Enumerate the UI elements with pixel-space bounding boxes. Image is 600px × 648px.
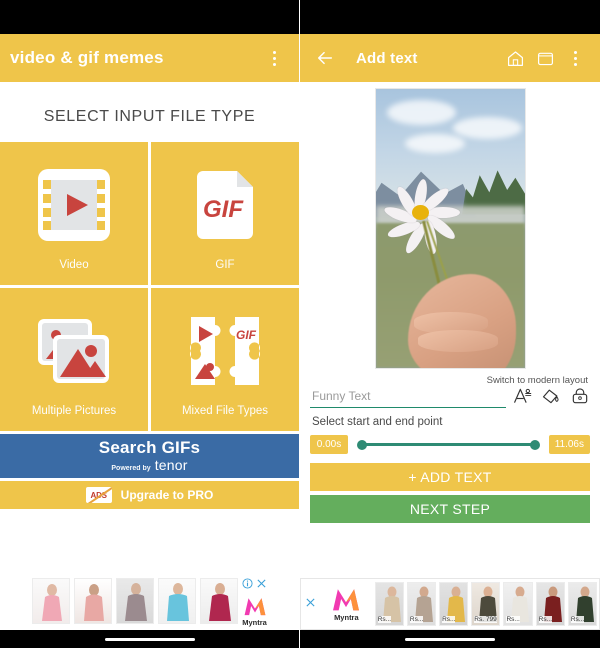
ads-badge-icon: ADS (85, 487, 112, 503)
ad-thumbnail[interactable]: Rs... (406, 582, 437, 626)
text-input-row (300, 386, 600, 408)
photo-cloud (452, 116, 522, 140)
ad-brand[interactable]: Myntra (321, 586, 372, 622)
search-gifs-button[interactable]: Search GIFs Powered by tenor (0, 434, 299, 478)
tile-label: Multiple Pictures (31, 404, 117, 417)
range-end-handle[interactable] (529, 439, 540, 450)
tile-label: Video (59, 258, 89, 271)
paint-bucket-icon[interactable] (541, 386, 561, 406)
ad-price: Rs... (442, 616, 456, 623)
svg-text:GIF: GIF (236, 328, 257, 342)
close-icon[interactable] (303, 595, 318, 613)
info-icon[interactable] (242, 576, 253, 594)
kebab-menu-icon[interactable] (259, 41, 289, 75)
status-bar (0, 0, 299, 34)
powered-by-row: Powered by tenor (111, 457, 187, 473)
range-start-handle[interactable] (357, 439, 367, 450)
back-arrow-icon[interactable] (310, 41, 340, 75)
myntra-logo-icon (333, 589, 360, 611)
ad-thumbnail[interactable]: Rs... (503, 582, 533, 626)
ad-price: Rs. 799 (474, 616, 497, 623)
ad-thumbnail[interactable]: Rs... (567, 582, 598, 626)
home-icon[interactable] (500, 41, 530, 75)
ad-price: Rs... (538, 616, 553, 623)
page-title: SELECT INPUT FILE TYPE (43, 108, 256, 125)
ad-brand-label: Myntra (334, 613, 359, 622)
range-hint: Select start and end point (312, 416, 443, 428)
tile-gif[interactable]: GIF GIF (151, 142, 299, 285)
add-text-button[interactable]: + ADD TEXT (310, 463, 590, 491)
app-title: video & gif memes (10, 48, 164, 67)
ads-badge-label: ADS (90, 490, 108, 500)
font-style-icon[interactable] (512, 386, 532, 406)
dual-screenshot: video & gif memes SELECT INPUT FILE TYPE (0, 0, 600, 648)
page-title: Add text (356, 49, 418, 67)
film-strip-play-icon (32, 157, 116, 253)
switch-layout-link[interactable]: Switch to modern layout (300, 369, 600, 386)
tile-label: Mixed File Types (181, 404, 269, 417)
photo-flower-center (411, 205, 429, 220)
svg-text:GIF: GIF (203, 196, 244, 223)
gif-file-icon: GIF (183, 157, 267, 253)
puzzle-mixed-types-icon: GIF (183, 303, 267, 399)
ad-price: Rs... (409, 616, 424, 623)
status-bar (300, 0, 600, 34)
close-icon[interactable] (256, 576, 267, 594)
ad-price: Rs... (377, 616, 392, 623)
tile-multiple-pictures[interactable]: Multiple Pictures (0, 288, 148, 431)
photo-finger (417, 330, 498, 352)
myntra-logo-icon (244, 597, 265, 615)
search-gifs-label: Search GIFs (98, 438, 201, 458)
powered-by-label: Powered by (111, 464, 151, 472)
range-slider[interactable] (357, 438, 540, 452)
range-track-bar (361, 443, 536, 446)
ad-thumbnail[interactable]: Rs... (439, 582, 469, 626)
text-tools (512, 386, 590, 408)
right-phone-screen: Add text Switch to modern layout Funny T… (300, 0, 600, 648)
nav-pill[interactable] (405, 637, 495, 641)
text-input[interactable] (310, 387, 506, 408)
ad-brand[interactable]: Myntra (242, 576, 268, 627)
time-range-row: 0.00s 11.06s (300, 428, 600, 454)
file-type-grid: Video GIF GIF Multiple Pictures GIF Mixe… (0, 142, 299, 431)
ad-controls (242, 576, 267, 594)
left-phone-screen: video & gif memes SELECT INPUT FILE TYPE (0, 0, 300, 648)
start-time-chip: 0.00s (310, 435, 348, 454)
ad-thumbnail[interactable] (31, 578, 70, 624)
system-nav-bar (0, 630, 299, 648)
ad-thumbnail[interactable]: Rs... (535, 582, 565, 626)
tile-video[interactable]: Video (0, 142, 148, 285)
end-time-chip: 11.06s (548, 435, 590, 454)
tile-mixed-file-types[interactable]: GIF Mixed File Types (151, 288, 299, 431)
media-preview[interactable] (374, 88, 526, 369)
ad-thumbnail[interactable]: Rs... (374, 582, 404, 626)
system-nav-bar (300, 630, 600, 648)
nav-pill[interactable] (104, 637, 195, 641)
ad-brand-label: Myntra (242, 617, 267, 627)
ad-thumbnail[interactable] (73, 578, 112, 624)
multiple-pictures-icon (29, 303, 119, 399)
upgrade-label: Upgrade to PRO (120, 488, 214, 502)
media-preview-wrapper (300, 88, 600, 369)
window-icon[interactable] (530, 41, 560, 75)
upgrade-to-pro-button[interactable]: ADS Upgrade to PRO (0, 481, 299, 509)
photo-cloud (405, 133, 465, 154)
tenor-label: tenor (154, 456, 188, 473)
ad-banner[interactable]: Myntra Rs... Rs... Rs... Rs. 799 Rs... R… (300, 578, 600, 630)
ad-thumbnail[interactable] (157, 578, 196, 624)
ad-thumbnail[interactable] (199, 578, 238, 624)
ad-thumbnail[interactable] (115, 578, 154, 624)
next-step-button[interactable]: NEXT STEP (310, 495, 590, 523)
app-bar: Add text (300, 34, 600, 82)
ad-banner[interactable]: Myntra (0, 572, 299, 630)
kebab-menu-icon[interactable] (560, 41, 590, 75)
ad-price: Rs... (570, 616, 585, 623)
ad-price: Rs... (506, 616, 520, 623)
app-bar: video & gif memes (0, 34, 299, 82)
ad-thumbnail[interactable]: Rs. 799 (471, 582, 501, 626)
lock-icon[interactable] (570, 386, 590, 406)
tile-label: GIF (215, 258, 235, 271)
